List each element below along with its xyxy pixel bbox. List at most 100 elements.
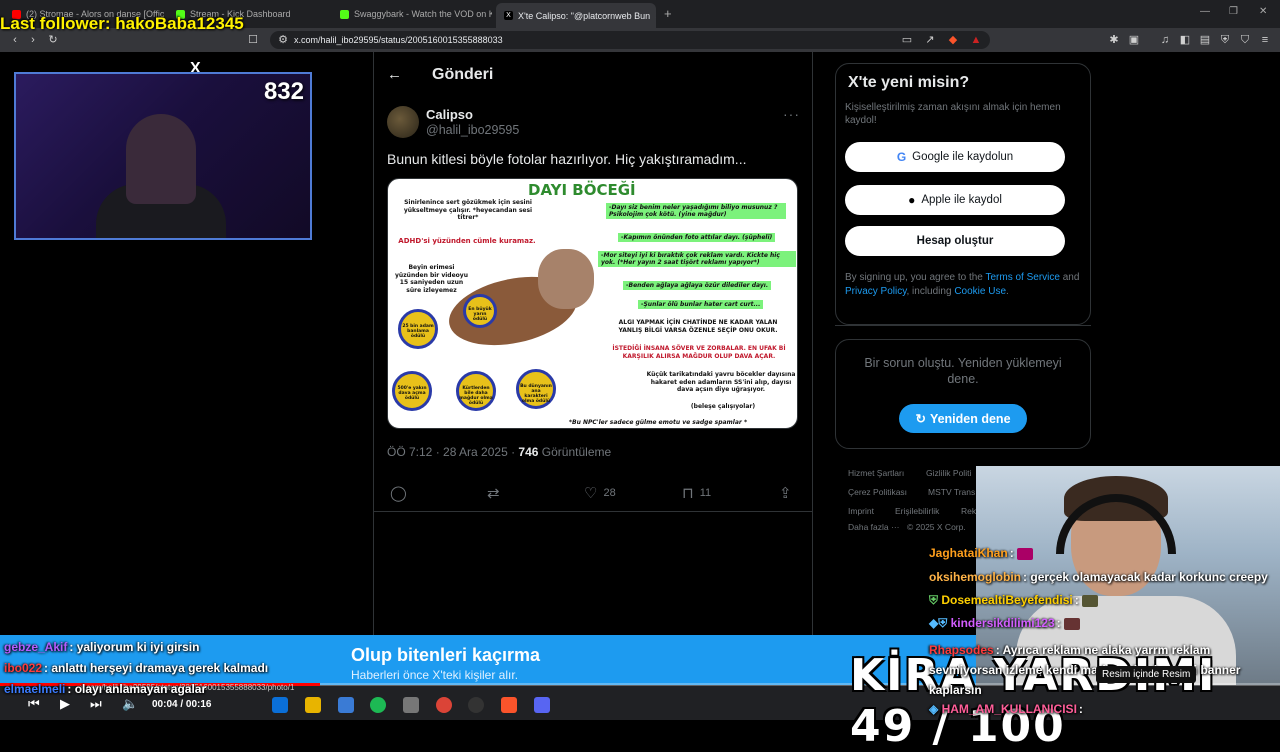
bookmark-button[interactable]: ⊓ 11	[682, 484, 711, 502]
meme-medal-1: 25 bin adam banlama ödülü	[398, 309, 438, 349]
play-icon[interactable]: ▶	[60, 696, 70, 712]
forward-nav-icon[interactable]: ›	[26, 33, 40, 47]
edge-icon[interactable]	[272, 697, 288, 713]
divider	[374, 511, 812, 512]
brave-icon[interactable]	[501, 697, 517, 713]
vpn-icon[interactable]: ⛨	[1218, 33, 1232, 47]
url-input[interactable]: x.com/halil_ibo29595/status/200516001535…	[270, 31, 990, 49]
meme-quote-2: -Kapımın önünden foto attılar dayı. (şüp…	[618, 233, 776, 242]
meme-quote-1: -Dayı siz benim neler yaşadığımı biliyo …	[606, 203, 786, 219]
badge-icon: ◆⛨	[929, 616, 951, 630]
menu-icon[interactable]: ≡	[1258, 33, 1272, 47]
viewer-count: 832	[263, 78, 304, 105]
bookmark-icon[interactable]: ☐	[246, 33, 260, 47]
apple-signup-button[interactable]: ● Apple ile kaydol	[845, 185, 1065, 215]
new-tab-icon[interactable]: +	[664, 6, 672, 21]
more-options-icon[interactable]: ···	[783, 106, 800, 122]
page-title: Gönderi	[432, 66, 494, 83]
shield-icon[interactable]: ⛉	[1238, 33, 1252, 47]
meme-quote-5: -Şunlar ölü bunlar hater cart curt...	[638, 300, 764, 309]
chrome-icon[interactable]	[436, 697, 452, 713]
x-icon: X	[504, 11, 513, 20]
error-message: Bir sorun oluştu. Yeniden yüklemeyi dene…	[864, 356, 1062, 387]
meme-medal-4: Bu dünyanın ana karakteri olma ödülü	[516, 369, 556, 409]
brave-rewards-icon[interactable]: ▲	[969, 33, 983, 47]
post-image[interactable]: DAYI BÖCEĞİ Sinirlenince sert gözükmek i…	[387, 178, 798, 429]
sidebar-icon[interactable]: ◧	[1178, 33, 1192, 47]
terms-link[interactable]: Terms of Service	[985, 272, 1059, 283]
author-name[interactable]: Calipso	[426, 107, 473, 122]
next-icon[interactable]: ⏭	[90, 696, 102, 712]
wallet-icon[interactable]: ▤	[1198, 33, 1212, 47]
chat-message: ◈ HAM_AM_KULLANICISI:	[929, 702, 1083, 716]
chat-message: Rhapsodes: Ayrıca reklam ne alaka yarrm …	[929, 643, 1241, 697]
google-signup-button[interactable]: G Google ile kaydolun	[845, 142, 1065, 172]
footer-link-mstv[interactable]: MSTV Trans	[928, 487, 975, 497]
screenshot-icon[interactable]: ▣	[1127, 33, 1141, 47]
footer-link-terms[interactable]: Hizmet Şartları	[848, 468, 904, 478]
footer-link-cookies[interactable]: Çerez Politikası	[848, 487, 907, 497]
obs-icon[interactable]	[468, 697, 484, 713]
retry-button[interactable]: ↻ Yeniden dene	[899, 404, 1027, 433]
emote-icon	[1081, 594, 1098, 607]
view-count: 746	[518, 445, 539, 459]
calculator-icon[interactable]	[403, 697, 419, 713]
chat-message: ⛨ DosemealtiBeyefendisi:	[929, 593, 1098, 608]
heart-icon: ♡	[584, 485, 598, 502]
meme-caption-brain: Beyin erimesi yüzünden bir videoyu 15 sa…	[395, 264, 468, 294]
tab-kick-vod[interactable]: Swaggybark - Watch the VOD on Kic	[332, 4, 492, 24]
share-post-icon: ⇪	[779, 485, 792, 502]
back-nav-icon[interactable]: ‹	[8, 33, 22, 47]
refresh-icon: ↻	[915, 412, 926, 426]
discord-icon[interactable]	[534, 697, 550, 713]
footer-link-accessibility[interactable]: Erişilebilirlik	[895, 506, 939, 516]
footer-link-privacy[interactable]: Gizlilik Politi	[926, 468, 971, 478]
reload-icon[interactable]: ↻	[46, 33, 60, 47]
store-icon[interactable]	[338, 697, 354, 713]
emote-icon	[1016, 547, 1033, 560]
meme-medal-3: Kürtlerden bile daha mağdur olma ödülü	[456, 371, 496, 411]
author-handle[interactable]: @halil_ibo29595	[426, 123, 519, 137]
share-icon[interactable]: ↗	[923, 33, 937, 47]
volume-icon[interactable]: 🔈	[122, 696, 138, 712]
folder-icon[interactable]	[305, 697, 321, 713]
bookmark-post-icon: ⊓	[682, 485, 694, 502]
music-icon[interactable]: ♫	[1158, 33, 1172, 47]
extensions-icon[interactable]: ✱	[1107, 33, 1121, 47]
chat-message: gebze_Akif: yaliyorum ki iyi girsin	[4, 640, 200, 654]
reply-button[interactable]: ◯	[390, 484, 407, 502]
site-info-icon[interactable]: ⚙	[276, 33, 290, 47]
meme-quote-3: -Mor siteyi iyi ki bıraktık çok reklam v…	[598, 251, 796, 267]
terms-text: By signing up, you agree to the Terms of…	[845, 272, 1080, 297]
create-account-button[interactable]: Hesap oluştur	[845, 226, 1065, 256]
meme-caption-insana: İSTEDİĞİ İNSANA SÖVER VE ZORBALAR. EN UF…	[612, 345, 786, 360]
avatar[interactable]	[387, 106, 419, 138]
footer-copyright: © 2025 X Corp.	[907, 522, 966, 532]
footer-link-more[interactable]: Daha fazla ···	[848, 522, 900, 532]
last-follower-label: Last follower: hakoBaba12345	[0, 14, 244, 33]
meme-title: DAYI BÖCEĞİ	[528, 181, 636, 199]
minimize-icon[interactable]: —	[1200, 6, 1210, 17]
badge-icon: ⛨	[929, 593, 942, 607]
cast-icon[interactable]: ▭	[900, 33, 914, 47]
meme-medal-2: 500'e yakın dava açma ödülü	[392, 371, 432, 411]
footer-link-ads[interactable]: Rek	[961, 506, 976, 516]
meme-bug-head	[538, 249, 594, 309]
close-icon[interactable]: ×	[655, 10, 656, 22]
repost-button[interactable]: ⇄	[487, 484, 500, 502]
cookie-link[interactable]: Cookie Use	[954, 286, 1006, 297]
post-meta: ÖÖ 7:12 · 28 Ara 2025 · 746 Görüntüleme	[387, 445, 612, 459]
back-arrow-icon[interactable]: ←	[387, 66, 402, 83]
tab-x-post[interactable]: XX'te Calipso: "@platcornweb Bun×	[496, 3, 656, 28]
footer-link-imprint[interactable]: Imprint	[848, 506, 874, 516]
meme-caption-shout: Sinirlenince sert gözükmek için sesini y…	[403, 199, 533, 221]
share-button[interactable]: ⇪	[779, 484, 792, 502]
previous-icon[interactable]: ⏮	[28, 696, 40, 712]
banner-title: Olup bitenleri kaçırma	[351, 645, 541, 665]
privacy-link[interactable]: Privacy Policy	[845, 286, 907, 297]
brave-shield-icon[interactable]: ◆	[946, 33, 960, 47]
maximize-icon[interactable]: ❐	[1229, 6, 1238, 17]
close-window-icon[interactable]: ✕	[1259, 6, 1267, 17]
like-button[interactable]: ♡ 28	[584, 484, 616, 502]
spotify-icon[interactable]	[370, 697, 386, 713]
